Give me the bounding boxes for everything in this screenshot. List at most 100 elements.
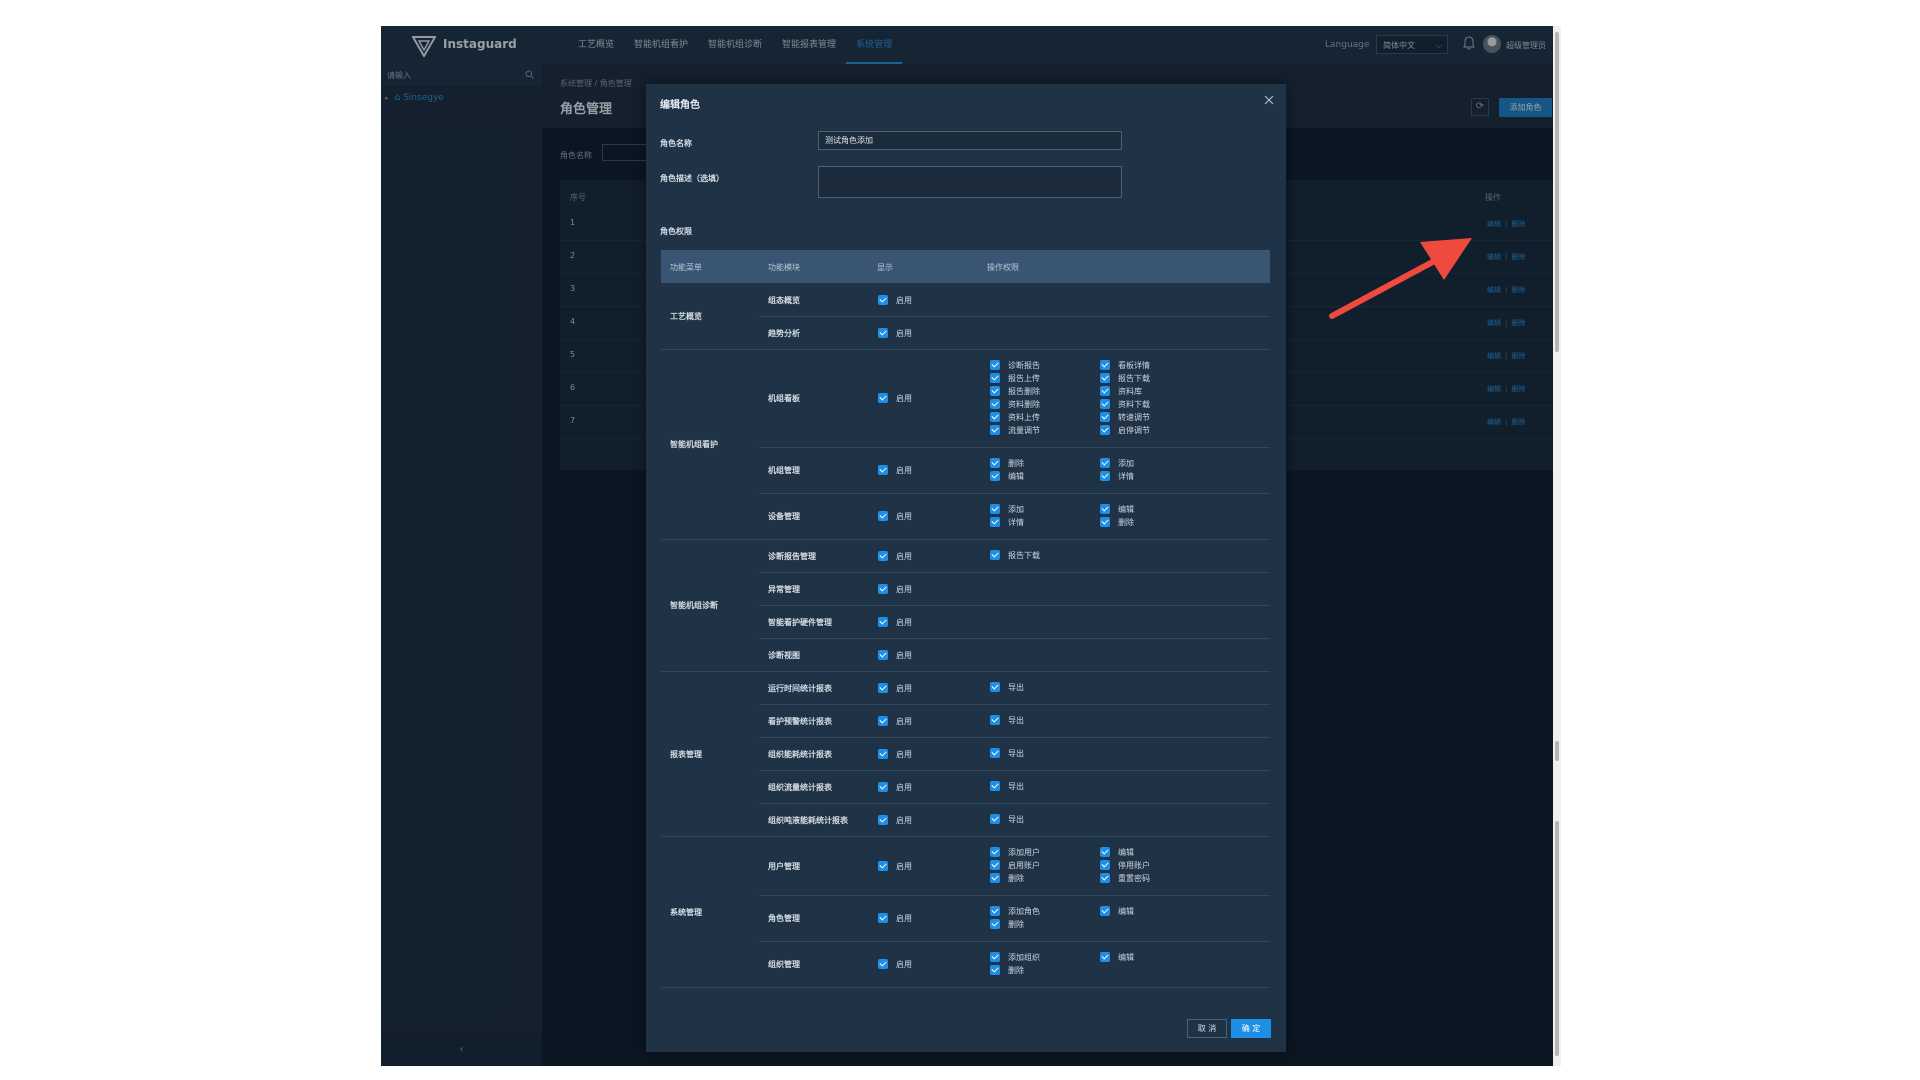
display-checkbox[interactable]: [878, 715, 888, 726]
permission-checkbox[interactable]: [990, 860, 1000, 870]
permission-checkbox[interactable]: [990, 847, 1000, 857]
edit-role-modal: 编辑角色 角色名称 测试角色添加 角色描述（选填） 角色权限 功能菜单 功能模块…: [646, 84, 1286, 1052]
permission-checkbox[interactable]: [990, 965, 1000, 975]
permission-checkbox[interactable]: [990, 814, 1000, 824]
permission-checkbox[interactable]: [990, 781, 1000, 791]
permission-checkbox[interactable]: [990, 919, 1000, 929]
permission-checkbox[interactable]: [990, 399, 1000, 409]
permission-checkbox-label: 编辑: [1118, 505, 1134, 514]
scrollbar-thumb-lower[interactable]: [1555, 821, 1559, 1056]
permission-checkbox-label: 诊断报告: [1008, 361, 1040, 370]
permission-checkbox[interactable]: [1100, 373, 1110, 383]
menu-group-label: 报表管理: [670, 749, 702, 759]
display-checkbox[interactable]: [878, 682, 888, 693]
permission-checkbox[interactable]: [1100, 860, 1110, 870]
module-label: 组织管理: [768, 960, 800, 969]
header-menu: 功能菜单: [670, 263, 702, 272]
display-checkbox[interactable]: [878, 511, 888, 521]
module-label: 趋势分析: [768, 328, 800, 338]
permission-checkbox[interactable]: [1100, 504, 1110, 514]
permission-checkbox-label: 报告删除: [1008, 387, 1040, 396]
permission-checkbox[interactable]: [1100, 847, 1110, 857]
permission-checkbox[interactable]: [990, 682, 1000, 692]
permission-checkbox[interactable]: [990, 715, 1000, 725]
display-checkbox-label: 启用: [896, 466, 912, 475]
permission-checkbox[interactable]: [990, 504, 1000, 514]
app-window: Instaguard 工艺概览 智能机组看护 智能机组诊断 智能报表管理 系统管…: [381, 26, 1553, 1066]
role-description-textarea[interactable]: [818, 166, 1122, 198]
module-label: 异常管理: [768, 584, 800, 594]
display-checkbox[interactable]: [878, 860, 888, 871]
permission-checkbox-label: 删除: [1008, 920, 1024, 929]
permission-checkbox[interactable]: [990, 471, 1000, 481]
permission-checkbox[interactable]: [990, 412, 1000, 422]
display-checkbox[interactable]: [878, 327, 888, 338]
permission-checkbox[interactable]: [1100, 873, 1110, 883]
display-checkbox[interactable]: [878, 616, 888, 627]
permission-checkbox[interactable]: [1100, 386, 1110, 396]
role-name-input[interactable]: 测试角色添加: [818, 131, 1122, 150]
header-module: 功能模块: [768, 263, 800, 272]
display-checkbox[interactable]: [878, 294, 888, 305]
permission-checkbox[interactable]: [990, 906, 1000, 916]
group-divider: [661, 539, 1270, 540]
row-divider: [759, 737, 1270, 738]
permission-checkbox-label: 资料库: [1118, 387, 1142, 396]
display-checkbox-label: 启用: [896, 960, 912, 969]
display-checkbox-label: 启用: [896, 815, 912, 825]
permission-checkbox[interactable]: [990, 458, 1000, 468]
display-checkbox[interactable]: [878, 550, 888, 561]
permission-checkbox-label: 导出: [1008, 749, 1024, 758]
permission-checkbox[interactable]: [1100, 517, 1110, 527]
permission-checkbox-label: 报告上传: [1008, 374, 1040, 383]
module-label: 机组看板: [768, 394, 800, 403]
module-label: 设备管理: [768, 512, 800, 521]
scrollbar-thumb[interactable]: [1555, 32, 1559, 352]
permission-checkbox[interactable]: [990, 952, 1000, 962]
display-checkbox[interactable]: [878, 781, 888, 792]
display-checkbox[interactable]: [878, 465, 888, 475]
menu-group-label: 智能机组看护: [670, 440, 718, 449]
permission-checkbox[interactable]: [1100, 458, 1110, 468]
row-divider: [759, 803, 1270, 804]
display-checkbox[interactable]: [878, 913, 888, 923]
permission-checkbox[interactable]: [990, 550, 1000, 560]
display-checkbox[interactable]: [878, 649, 888, 660]
permission-checkbox[interactable]: [990, 386, 1000, 396]
page-scrollbar[interactable]: [1553, 26, 1561, 1066]
display-checkbox-label: 启用: [896, 749, 912, 759]
permission-checkbox-label: 添加: [1118, 459, 1134, 468]
display-checkbox[interactable]: [878, 814, 888, 825]
permission-checkbox[interactable]: [1100, 906, 1110, 916]
cancel-button[interactable]: 取 消: [1187, 1019, 1227, 1038]
permission-checkbox[interactable]: [1100, 425, 1110, 435]
module-label: 角色管理: [768, 914, 800, 923]
permission-checkbox-label: 重置密码: [1118, 874, 1150, 883]
permission-checkbox[interactable]: [990, 873, 1000, 883]
display-checkbox-label: 启用: [896, 861, 912, 871]
permission-checkbox[interactable]: [990, 425, 1000, 435]
permission-checkbox[interactable]: [990, 373, 1000, 383]
display-checkbox[interactable]: [878, 748, 888, 759]
permission-checkbox[interactable]: [990, 517, 1000, 527]
close-icon[interactable]: [1263, 94, 1275, 106]
permission-checkbox[interactable]: [1100, 360, 1110, 370]
display-checkbox[interactable]: [878, 393, 888, 403]
scrollbar-marker: [1555, 741, 1559, 761]
display-checkbox[interactable]: [878, 583, 888, 594]
permission-checkbox-label: 删除: [1008, 459, 1024, 468]
display-checkbox-label: 启用: [896, 617, 912, 627]
permission-checkbox[interactable]: [990, 360, 1000, 370]
permission-checkbox[interactable]: [990, 748, 1000, 758]
display-checkbox-label: 启用: [896, 650, 912, 660]
display-checkbox[interactable]: [878, 959, 888, 969]
permission-checkbox[interactable]: [1100, 399, 1110, 409]
permission-checkbox[interactable]: [1100, 412, 1110, 422]
row-divider: [759, 770, 1270, 771]
permission-checkbox-label: 停用账户: [1118, 861, 1150, 870]
display-checkbox-label: 启用: [896, 716, 912, 726]
permission-checkbox[interactable]: [1100, 952, 1110, 962]
permission-checkbox[interactable]: [1100, 471, 1110, 481]
confirm-button[interactable]: 确 定: [1231, 1019, 1271, 1038]
permission-checkbox-label: 启用账户: [1008, 861, 1040, 870]
